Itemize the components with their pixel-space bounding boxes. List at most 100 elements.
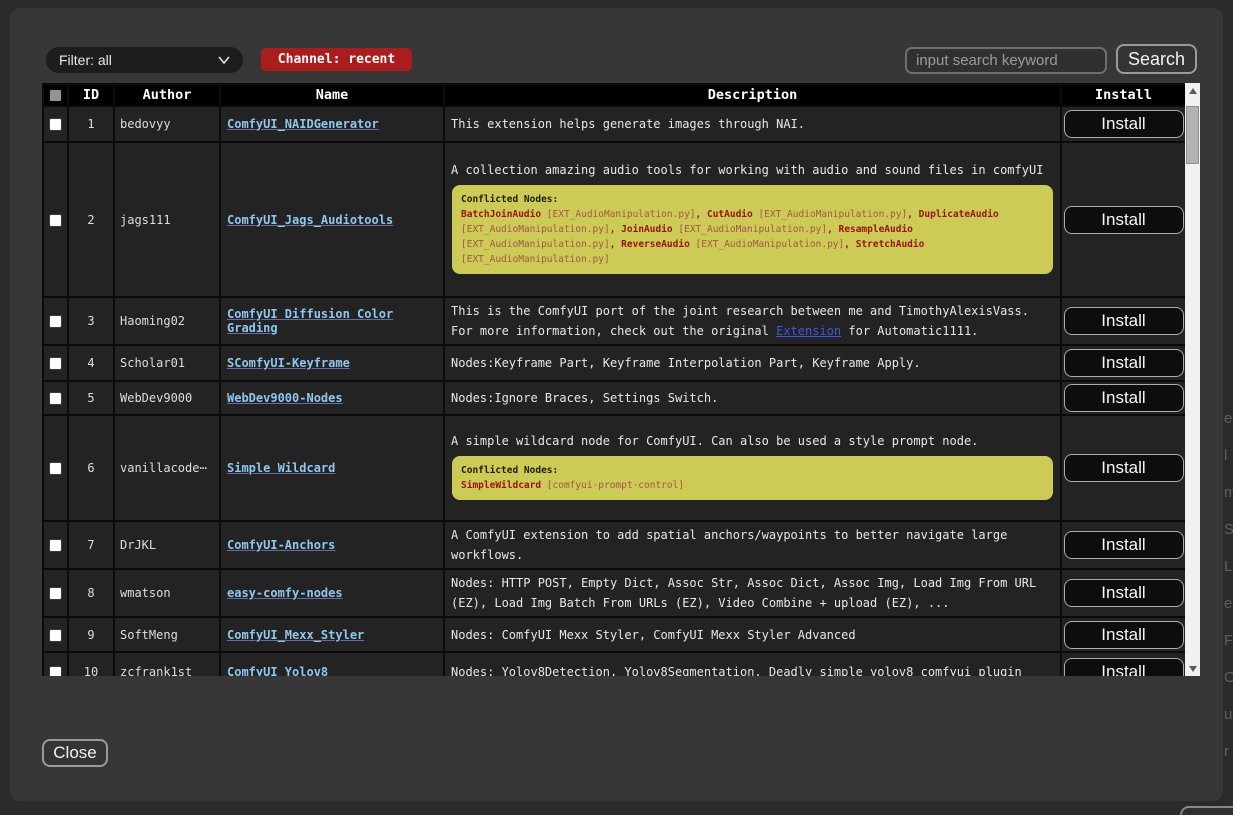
row-id: 9 xyxy=(68,617,114,652)
row-checkbox[interactable] xyxy=(49,666,62,676)
background-ui-glyph: C xyxy=(1224,669,1233,686)
extension-external-link[interactable]: Extension xyxy=(776,324,841,338)
table-row: 10 zcfrank1st ComfyUI Yolov8 Nodes: Yolo… xyxy=(43,652,1185,676)
background-ui-glyph: e xyxy=(1224,595,1232,612)
conflicted-nodes-box: Conflicted Nodes: BatchJoinAudio [EXT_Au… xyxy=(452,185,1053,274)
extension-name-link[interactable]: SComfyUI-Keyframe xyxy=(227,356,350,370)
row-author: WebDev9000 xyxy=(114,381,220,415)
header-id: ID xyxy=(68,84,114,106)
header-description: Description xyxy=(444,84,1061,106)
row-description: Nodes:Keyframe Part, Keyframe Interpolat… xyxy=(444,345,1061,381)
install-button[interactable]: Install xyxy=(1064,621,1184,649)
install-button[interactable]: Install xyxy=(1064,110,1184,138)
install-button[interactable]: Install xyxy=(1064,349,1184,377)
row-description: Nodes:Ignore Braces, Settings Switch. xyxy=(444,381,1061,415)
extension-name-link[interactable]: WebDev9000-Nodes xyxy=(227,391,343,405)
row-id: 3 xyxy=(68,297,114,345)
description-text: A simple wildcard node for ComfyUI. Can … xyxy=(451,434,978,448)
table-row: 2 jags111 ComfyUI_Jags_Audiotools A coll… xyxy=(43,142,1185,297)
row-id: 6 xyxy=(68,415,114,521)
background-ui-glyph: e xyxy=(1224,410,1232,427)
background-ui-sliver: elmSLeFCur xyxy=(1222,0,1233,815)
row-description: Nodes: HTTP POST, Empty Dict, Assoc Str,… xyxy=(444,569,1061,617)
row-description: Nodes: Yolov8Detection, Yolov8Segmentati… xyxy=(444,652,1061,676)
table-row: 7 DrJKL ComfyUI-Anchors A ComfyUI extens… xyxy=(43,521,1185,569)
header-install: Install xyxy=(1061,84,1185,106)
table-row: 9 SoftMeng ComfyUI_Mexx_Styler Nodes: Co… xyxy=(43,617,1185,652)
extension-name-link[interactable]: ComfyUI_Mexx_Styler xyxy=(227,628,364,642)
row-description: A simple wildcard node for ComfyUI. Can … xyxy=(444,415,1061,521)
row-description: This extension helps generate images thr… xyxy=(444,106,1061,142)
extension-name-link[interactable]: ComfyUI Yolov8 xyxy=(227,665,328,676)
row-author: jags111 xyxy=(114,142,220,297)
row-description: Nodes: ComfyUI Mexx Styler, ComfyUI Mexx… xyxy=(444,617,1061,652)
table-row: 1 bedovyy ComfyUI_NAIDGenerator This ext… xyxy=(43,106,1185,142)
scrollbar-down-button[interactable] xyxy=(1185,661,1200,676)
conflicted-nodes-title: Conflicted Nodes: xyxy=(461,192,1044,207)
channel-button[interactable]: Channel: recent xyxy=(261,48,412,71)
table-row: 5 WebDev9000 WebDev9000-Nodes Nodes:Igno… xyxy=(43,381,1185,415)
table-row: 6 vanillacode⋯ Simple Wildcard A simple … xyxy=(43,415,1185,521)
install-button[interactable]: Install xyxy=(1064,307,1184,335)
extension-name-link[interactable]: ComfyUI_Jags_Audiotools xyxy=(227,213,393,227)
conflicted-nodes-box: Conflicted Nodes: SimpleWildcard [comfyu… xyxy=(452,456,1053,500)
row-checkbox[interactable] xyxy=(49,462,62,475)
scrollbar-up-button[interactable] xyxy=(1185,83,1200,98)
row-checkbox[interactable] xyxy=(49,629,62,642)
row-id: 2 xyxy=(68,142,114,297)
background-ui-glyph: F xyxy=(1224,632,1233,649)
install-button[interactable]: Install xyxy=(1064,658,1184,676)
header-author: Author xyxy=(114,84,220,106)
extension-name-link[interactable]: ComfyUI-Anchors xyxy=(227,538,335,552)
row-checkbox[interactable] xyxy=(49,118,62,131)
row-id: 4 xyxy=(68,345,114,381)
background-ui-glyph: l xyxy=(1224,447,1227,464)
background-ui-glyph: L xyxy=(1224,558,1232,575)
search-button[interactable]: Search xyxy=(1116,44,1197,74)
row-checkbox[interactable] xyxy=(49,315,62,328)
filter-select[interactable]: Filter: all xyxy=(46,47,243,73)
extension-name-link[interactable]: easy-comfy-nodes xyxy=(227,586,343,600)
conflicted-nodes-list: BatchJoinAudio [EXT_AudioManipulation.py… xyxy=(461,207,1044,267)
select-all-checkbox[interactable] xyxy=(49,89,62,102)
extension-name-link[interactable]: Simple Wildcard xyxy=(227,461,335,475)
install-button[interactable]: Install xyxy=(1064,531,1184,559)
install-button[interactable]: Install xyxy=(1064,579,1184,607)
row-author: vanillacode⋯ xyxy=(114,415,220,521)
search-input[interactable] xyxy=(905,47,1107,74)
description-text: A collection amazing audio tools for wor… xyxy=(451,163,1043,177)
conflicted-nodes-title: Conflicted Nodes: xyxy=(461,463,1044,478)
row-description: A collection amazing audio tools for wor… xyxy=(444,142,1061,297)
custom-nodes-manager-dialog: Filter: all Channel: recent Search ID Au… xyxy=(10,8,1223,801)
scrollbar-thumb[interactable] xyxy=(1186,106,1199,164)
install-button[interactable]: Install xyxy=(1064,454,1184,482)
install-button[interactable]: Install xyxy=(1064,384,1184,412)
close-button[interactable]: Close xyxy=(42,739,108,767)
background-ui-glyph: S xyxy=(1224,521,1233,538)
row-checkbox[interactable] xyxy=(49,214,62,227)
table-row: 8 wmatson easy-comfy-nodes Nodes: HTTP P… xyxy=(43,569,1185,617)
row-checkbox[interactable] xyxy=(49,357,62,370)
row-checkbox[interactable] xyxy=(49,392,62,405)
chevron-down-icon xyxy=(218,56,230,64)
row-author: SoftMeng xyxy=(114,617,220,652)
background-ui-glyph: r xyxy=(1224,743,1229,760)
conflicted-nodes-list: SimpleWildcard [comfyui-prompt-control] xyxy=(461,478,1044,493)
table-scrollbar xyxy=(1185,83,1200,676)
row-checkbox[interactable] xyxy=(49,539,62,552)
table-row: 3 Haoming02 ComfyUI Diffusion Color Grad… xyxy=(43,297,1185,345)
extension-name-link[interactable]: ComfyUI Diffusion Color Grading xyxy=(227,307,393,335)
row-id: 8 xyxy=(68,569,114,617)
extensions-table: ID Author Name Description Install 1 bed… xyxy=(42,83,1185,676)
extension-name-link[interactable]: ComfyUI_NAIDGenerator xyxy=(227,117,379,131)
header-name: Name xyxy=(220,84,444,106)
table-row: 4 Scholar01 SComfyUI-Keyframe Nodes:Keyf… xyxy=(43,345,1185,381)
install-button[interactable]: Install xyxy=(1064,206,1184,234)
row-id: 10 xyxy=(68,652,114,676)
filter-select-value: Filter: all xyxy=(59,52,112,68)
header-checkbox-cell xyxy=(43,84,68,106)
description-text: for Automatic1111. xyxy=(841,324,978,338)
background-ui-glyph: m xyxy=(1224,484,1233,501)
row-id: 1 xyxy=(68,106,114,142)
row-checkbox[interactable] xyxy=(49,587,62,600)
